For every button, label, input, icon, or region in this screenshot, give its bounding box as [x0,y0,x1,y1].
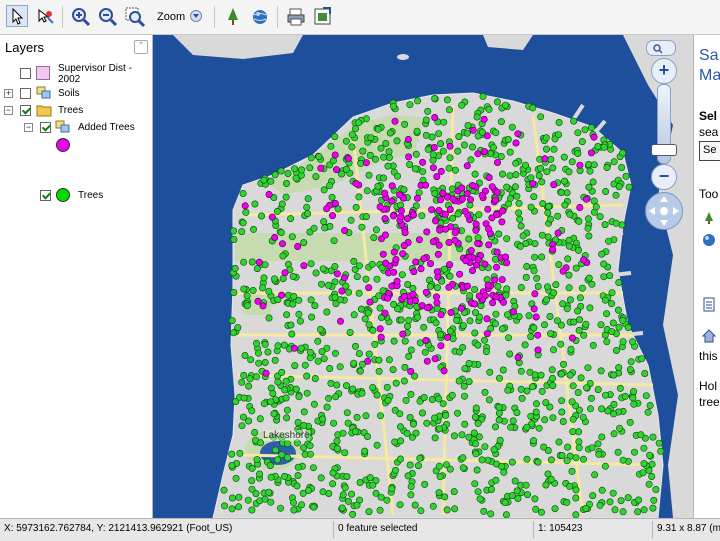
zoom-dropdown-chevron-icon[interactable] [190,10,202,22]
select-arrow-icon[interactable] [6,5,28,27]
layer-label-supervisor-dist: Supervisor Dist - [58,63,132,74]
document-icon[interactable] [702,297,716,316]
supervisor-dist-swatch [36,66,50,80]
layer-label-trees-group: Trees [58,105,84,116]
tools-heading: Too [699,187,719,201]
pan-control-icon[interactable] [645,192,683,230]
collapse-panel-icon[interactable]: ˆ [134,40,148,54]
status-coordinates: X: 5973162.762784, Y: 2121413.962921 (Fo… [4,523,233,534]
globe-tool-icon[interactable] [249,6,271,28]
select-text: sea [699,125,719,139]
status-selection: 0 feature selected [338,523,418,534]
zoom-in-map-icon[interactable]: + [651,58,677,84]
globe-tool-icon[interactable] [702,233,716,250]
panel-text-hold: Hol [699,379,718,393]
panel-title-line2: Ma [699,67,720,84]
group-layer-icon [55,120,71,137]
panel-text-this: this [699,349,718,363]
print-icon[interactable] [285,6,307,28]
group-layer-icon [36,86,52,103]
zoom-out-map-icon[interactable]: − [651,164,677,190]
export-icon[interactable] [312,6,334,28]
panel-title-line1: Sa [699,47,719,64]
layer-label-trees: Trees [78,190,104,201]
status-scale: 1: 105423 [538,523,583,534]
layer-label-supervisor-dist-year: 2002 [58,74,81,85]
zoom-in-icon[interactable] [70,6,92,28]
folder-icon [36,103,52,120]
select-dropdown[interactable]: Se [699,141,720,161]
zoom-extent-icon[interactable] [124,6,146,28]
map-view[interactable]: Lakeshore + − [153,35,693,518]
trees-symbol [56,188,70,202]
layers-title: Layers [5,40,45,55]
tree-tool-icon[interactable] [702,211,716,228]
layer-checkbox-soils[interactable] [20,88,31,99]
layer-checkbox-added-trees[interactable] [40,122,51,133]
status-size: 9.31 x 8.87 (m [657,523,720,534]
toolbar: Zoom [0,0,720,35]
status-bar: X: 5973162.762784, Y: 2121413.962921 (Fo… [0,518,720,541]
layer-checkbox-trees[interactable] [40,190,51,201]
identify-icon[interactable] [34,6,56,28]
place-label-lakeshore: Lakeshore [263,430,310,441]
collapse-trees-icon[interactable]: − [4,106,13,115]
right-side-panel: Sa Ma Sel sea Se Too this Hol tree [693,35,720,518]
layer-checkbox-supervisor-dist[interactable] [20,68,31,79]
layer-label-soils: Soils [58,88,80,99]
added-trees-symbol [56,138,70,152]
zoom-slider-handle[interactable] [651,144,677,156]
zoom-label[interactable]: Zoom [157,11,185,23]
magnifier-icon[interactable] [646,40,676,56]
layer-label-added-trees: Added Trees [78,122,135,133]
map-navigation-control: + − [645,40,690,232]
tree-tool-icon[interactable] [222,6,244,28]
expand-soils-icon[interactable]: + [4,89,13,98]
home-icon[interactable] [701,329,717,346]
layer-checkbox-trees-group[interactable] [20,105,31,116]
select-heading: Sel [699,109,718,123]
collapse-added-trees-icon[interactable]: − [24,123,33,132]
panel-text-trees: tree [699,395,720,409]
layers-panel: Layers ˆ Supervisor Dist - 2002 + Soils … [0,35,153,518]
zoom-out-icon[interactable] [97,6,119,28]
